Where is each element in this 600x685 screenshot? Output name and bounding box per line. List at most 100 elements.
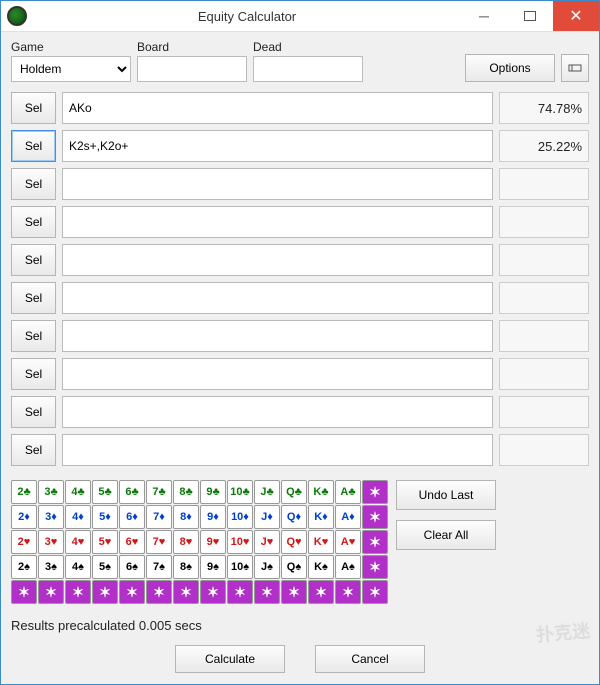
card-7diamond[interactable]: 7♦ bbox=[146, 505, 172, 529]
card-wild-heart[interactable]: ✶ bbox=[362, 530, 388, 554]
hand-range-input[interactable] bbox=[62, 130, 493, 162]
calculate-button[interactable]: Calculate bbox=[175, 645, 285, 673]
card-Aspade[interactable]: A♠ bbox=[335, 555, 361, 579]
hand-range-input[interactable] bbox=[62, 320, 493, 352]
sel-button[interactable]: Sel bbox=[11, 206, 56, 238]
card-wild[interactable]: ✶ bbox=[119, 580, 145, 604]
card-8heart[interactable]: 8♥ bbox=[173, 530, 199, 554]
card-9club[interactable]: 9♣ bbox=[200, 480, 226, 504]
card-wild[interactable]: ✶ bbox=[227, 580, 253, 604]
sel-button[interactable]: Sel bbox=[11, 358, 56, 390]
card-2heart[interactable]: 2♥ bbox=[11, 530, 37, 554]
card-7heart[interactable]: 7♥ bbox=[146, 530, 172, 554]
card-Aheart[interactable]: A♥ bbox=[335, 530, 361, 554]
clear-all-button[interactable]: Clear All bbox=[396, 520, 496, 550]
card-6diamond[interactable]: 6♦ bbox=[119, 505, 145, 529]
card-5heart[interactable]: 5♥ bbox=[92, 530, 118, 554]
card-7spade[interactable]: 7♠ bbox=[146, 555, 172, 579]
card-Adiamond[interactable]: A♦ bbox=[335, 505, 361, 529]
card-3club[interactable]: 3♣ bbox=[38, 480, 64, 504]
card-wild[interactable]: ✶ bbox=[92, 580, 118, 604]
sel-button[interactable]: Sel bbox=[11, 92, 56, 124]
undo-last-button[interactable]: Undo Last bbox=[396, 480, 496, 510]
card-Qheart[interactable]: Q♥ bbox=[281, 530, 307, 554]
card-wild[interactable]: ✶ bbox=[308, 580, 334, 604]
hand-range-input[interactable] bbox=[62, 168, 493, 200]
card-4heart[interactable]: 4♥ bbox=[65, 530, 91, 554]
card-wild[interactable]: ✶ bbox=[173, 580, 199, 604]
hand-range-input[interactable] bbox=[62, 282, 493, 314]
hand-range-input[interactable] bbox=[62, 358, 493, 390]
card-8club[interactable]: 8♣ bbox=[173, 480, 199, 504]
card-wild[interactable]: ✶ bbox=[38, 580, 64, 604]
card-3diamond[interactable]: 3♦ bbox=[38, 505, 64, 529]
card-Kheart[interactable]: K♥ bbox=[308, 530, 334, 554]
card-wild[interactable]: ✶ bbox=[146, 580, 172, 604]
card-9spade[interactable]: 9♠ bbox=[200, 555, 226, 579]
card-Aclub[interactable]: A♣ bbox=[335, 480, 361, 504]
hand-range-input[interactable] bbox=[62, 92, 493, 124]
sel-button[interactable]: Sel bbox=[11, 168, 56, 200]
card-8spade[interactable]: 8♠ bbox=[173, 555, 199, 579]
board-input[interactable] bbox=[137, 56, 247, 82]
card-Qclub[interactable]: Q♣ bbox=[281, 480, 307, 504]
card-3spade[interactable]: 3♠ bbox=[38, 555, 64, 579]
card-wild[interactable]: ✶ bbox=[362, 580, 388, 604]
card-6club[interactable]: 6♣ bbox=[119, 480, 145, 504]
card-Jdiamond[interactable]: J♦ bbox=[254, 505, 280, 529]
card-wild[interactable]: ✶ bbox=[200, 580, 226, 604]
card-Kspade[interactable]: K♠ bbox=[308, 555, 334, 579]
card-wild[interactable]: ✶ bbox=[281, 580, 307, 604]
card-wild[interactable]: ✶ bbox=[65, 580, 91, 604]
sel-button[interactable]: Sel bbox=[11, 396, 56, 428]
card-Jheart[interactable]: J♥ bbox=[254, 530, 280, 554]
card-10spade[interactable]: 10♠ bbox=[227, 555, 253, 579]
card-Kdiamond[interactable]: K♦ bbox=[308, 505, 334, 529]
card-wild[interactable]: ✶ bbox=[254, 580, 280, 604]
card-wild-spade[interactable]: ✶ bbox=[362, 555, 388, 579]
minimize-button[interactable]: ─ bbox=[461, 1, 507, 31]
card-9heart[interactable]: 9♥ bbox=[200, 530, 226, 554]
card-5club[interactable]: 5♣ bbox=[92, 480, 118, 504]
sel-button[interactable]: Sel bbox=[11, 130, 56, 162]
hand-range-input[interactable] bbox=[62, 396, 493, 428]
close-button[interactable]: ✕ bbox=[553, 1, 599, 31]
card-2spade[interactable]: 2♠ bbox=[11, 555, 37, 579]
card-Jspade[interactable]: J♠ bbox=[254, 555, 280, 579]
card-Qspade[interactable]: Q♠ bbox=[281, 555, 307, 579]
card-4club[interactable]: 4♣ bbox=[65, 480, 91, 504]
card-wild-diamond[interactable]: ✶ bbox=[362, 505, 388, 529]
sel-button[interactable]: Sel bbox=[11, 320, 56, 352]
sel-button[interactable]: Sel bbox=[11, 434, 56, 466]
card-2club[interactable]: 2♣ bbox=[11, 480, 37, 504]
card-8diamond[interactable]: 8♦ bbox=[173, 505, 199, 529]
card-wild-club[interactable]: ✶ bbox=[362, 480, 388, 504]
hand-range-input[interactable] bbox=[62, 206, 493, 238]
sel-button[interactable]: Sel bbox=[11, 244, 56, 276]
card-Qdiamond[interactable]: Q♦ bbox=[281, 505, 307, 529]
card-4spade[interactable]: 4♠ bbox=[65, 555, 91, 579]
tool-button[interactable] bbox=[561, 54, 589, 82]
game-select[interactable]: Holdem bbox=[11, 56, 131, 82]
cancel-button[interactable]: Cancel bbox=[315, 645, 425, 673]
options-button[interactable]: Options bbox=[465, 54, 555, 82]
card-6heart[interactable]: 6♥ bbox=[119, 530, 145, 554]
card-10diamond[interactable]: 10♦ bbox=[227, 505, 253, 529]
card-4diamond[interactable]: 4♦ bbox=[65, 505, 91, 529]
card-wild[interactable]: ✶ bbox=[335, 580, 361, 604]
card-3heart[interactable]: 3♥ bbox=[38, 530, 64, 554]
card-wild[interactable]: ✶ bbox=[11, 580, 37, 604]
card-Kclub[interactable]: K♣ bbox=[308, 480, 334, 504]
card-7club[interactable]: 7♣ bbox=[146, 480, 172, 504]
card-9diamond[interactable]: 9♦ bbox=[200, 505, 226, 529]
card-Jclub[interactable]: J♣ bbox=[254, 480, 280, 504]
card-6spade[interactable]: 6♠ bbox=[119, 555, 145, 579]
hand-range-input[interactable] bbox=[62, 244, 493, 276]
sel-button[interactable]: Sel bbox=[11, 282, 56, 314]
hand-range-input[interactable] bbox=[62, 434, 493, 466]
dead-input[interactable] bbox=[253, 56, 363, 82]
card-10heart[interactable]: 10♥ bbox=[227, 530, 253, 554]
card-2diamond[interactable]: 2♦ bbox=[11, 505, 37, 529]
maximize-button[interactable] bbox=[507, 1, 553, 31]
card-10club[interactable]: 10♣ bbox=[227, 480, 253, 504]
